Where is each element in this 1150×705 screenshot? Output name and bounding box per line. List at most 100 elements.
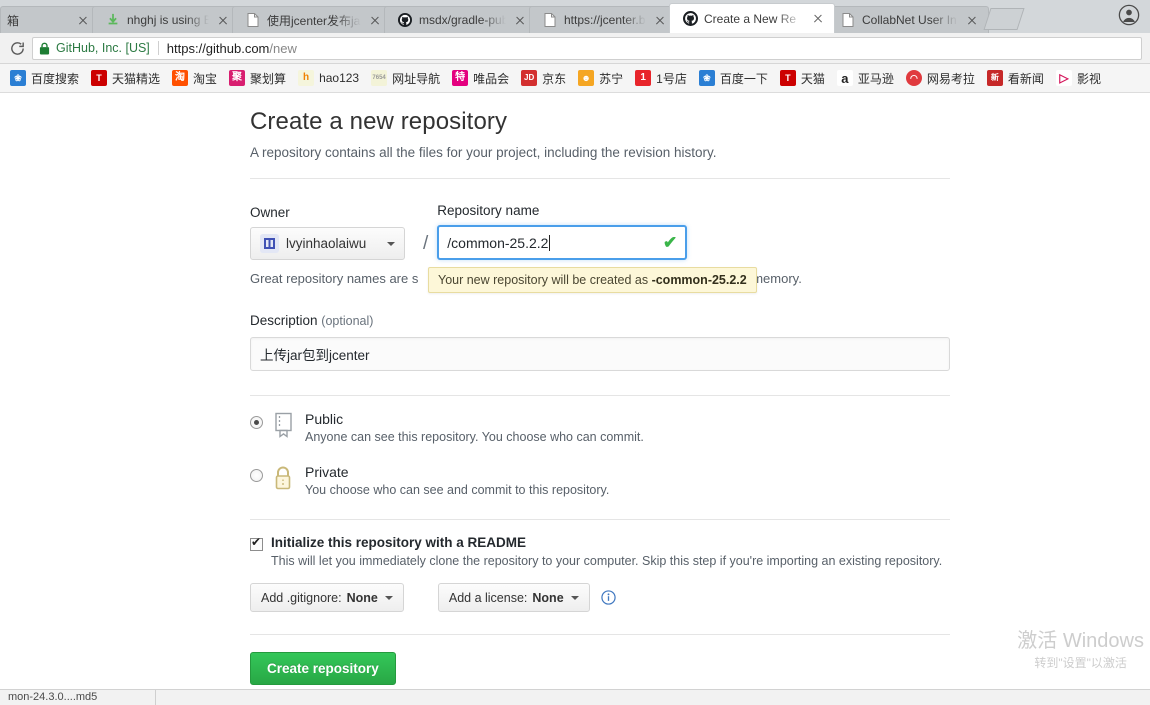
description-value: 上传jar包到jcenter [260, 348, 370, 363]
bookmark-item[interactable]: 新看新闻 [981, 68, 1050, 89]
nav-icon: 7654 [371, 70, 388, 86]
bintray-icon [105, 12, 121, 28]
browser-tab[interactable]: https://jcenter.bi [529, 6, 677, 33]
news-icon: 新 [986, 70, 1003, 86]
bookmark-item[interactable]: 特唯品会 [446, 68, 515, 89]
owner-name: lvyinhaolaiwu [286, 236, 367, 251]
bookmark-item[interactable]: T 天猫精选 [85, 68, 166, 89]
description-input[interactable]: 上传jar包到jcenter [250, 337, 950, 371]
omnibox-divider [157, 41, 159, 55]
browser-tab[interactable]: 使用jcenter发布ja [232, 6, 392, 33]
info-icon[interactable] [600, 590, 616, 605]
chevron-down-icon [387, 241, 395, 246]
bookmark-item[interactable]: JD 京东 [515, 68, 572, 89]
bookmark-item[interactable]: ❀ 百度搜索 [4, 68, 85, 89]
bookmark-label: 网易考拉 [926, 71, 975, 86]
radio-public[interactable] [250, 416, 263, 429]
taobao-icon: 淘 [172, 70, 189, 86]
create-repository-button[interactable]: Create repository [250, 652, 396, 685]
download-bar-divider [155, 690, 156, 705]
site-identity-label: GitHub, Inc. [US] [56, 41, 150, 55]
tab-title: Create a New Re [704, 11, 797, 26]
divider [250, 634, 950, 635]
lock-icon [272, 465, 296, 496]
browser-tab[interactable]: nhghj is using Bin [92, 6, 240, 33]
bookmark-item[interactable]: 7654 网址导航 [365, 68, 446, 89]
tmall-icon: T [91, 70, 108, 86]
repository-name-input[interactable]: /common-25.2.2 ✔ [437, 225, 688, 260]
bookmark-item[interactable]: 淘淘宝 [166, 68, 223, 89]
bookmark-item[interactable]: ❀ 百度一下 [693, 68, 774, 89]
address-bar[interactable]: GitHub, Inc. [US] https://github.com/new [32, 36, 1142, 60]
page-icon [542, 12, 558, 28]
description-field: Description (optional) 上传jar包到jcenter [250, 313, 950, 371]
tab-title: nhghj is using Bin [127, 13, 209, 27]
bookmark-item[interactable]: T 天猫 [774, 68, 831, 89]
browser-tab[interactable]: CollabNet User In [827, 6, 989, 33]
license-dropdown[interactable]: Add a license: None [437, 583, 590, 612]
close-icon[interactable] [367, 12, 383, 28]
bookmark-label: hao123 [319, 71, 360, 85]
profile-avatar-icon[interactable] [1118, 4, 1140, 26]
bookmark-item[interactable]: a 亚马逊 [831, 68, 900, 89]
reload-icon[interactable] [4, 35, 30, 61]
bookmark-label: 天猫精选 [112, 71, 161, 86]
tab-title: CollabNet User In [862, 13, 957, 27]
bookmark-item[interactable]: 聚聚划算 [223, 68, 292, 89]
repository-name-tooltip: Your new repository will be created as -… [428, 267, 757, 293]
browser-tab[interactable]: 箱 [0, 6, 100, 33]
visibility-public-desc: Anyone can see this repository. You choo… [305, 430, 644, 444]
repo-value-text: /common-25.2.2 [447, 234, 549, 251]
description-optional: (optional) [321, 314, 374, 328]
tab-title: 箱 [7, 13, 20, 28]
readme-option[interactable]: Initialize this repository with a README… [250, 535, 950, 568]
bookmark-item[interactable]: ▷ 影视 [1050, 68, 1107, 89]
tab-title: msdx/gradle-pub [419, 13, 506, 27]
bookmark-item[interactable]: h hao123 [292, 68, 365, 88]
close-icon[interactable] [964, 12, 980, 28]
radio-private[interactable] [250, 469, 263, 482]
readme-checkbox[interactable] [250, 536, 263, 551]
hao123-icon: h [298, 70, 315, 86]
visibility-private-title: Private [305, 464, 349, 480]
divider [250, 519, 950, 520]
owner-repo-separator: / [423, 233, 429, 254]
owner-dropdown[interactable]: lvyinhaolaiwu [250, 227, 405, 260]
bookmark-item[interactable]: 1 1号店 [629, 68, 693, 89]
bookmark-label: 百度一下 [719, 71, 768, 86]
browser-tab[interactable]: msdx/gradle-pub [384, 6, 537, 33]
close-icon[interactable] [75, 12, 91, 28]
new-tab-button[interactable] [983, 8, 1025, 30]
close-icon[interactable] [512, 12, 528, 28]
visibility-private-text: Private You choose who can see and commi… [305, 464, 609, 497]
bookmark-item[interactable]: ☻ 苏宁 [572, 68, 629, 89]
bookmark-item[interactable]: ◠ 网易考拉 [900, 68, 981, 89]
license-value: None [532, 590, 564, 605]
gitignore-dropdown[interactable]: Add .gitignore: None [250, 583, 404, 612]
bookmarks-bar: ❀ 百度搜索 T 天猫精选 淘淘宝 聚聚划算 h hao123 7654 网址导航 特唯… [0, 64, 1150, 93]
close-icon[interactable] [652, 12, 668, 28]
bookmark-label: 聚划算 [250, 71, 287, 86]
page-viewport: Create a new repository A repository con… [0, 94, 1150, 689]
vip-icon: 特 [452, 70, 469, 86]
repository-name-field: Repository name /common-25.2.2 ✔ [437, 203, 688, 260]
readme-description: This will let you immediately clone the … [271, 554, 943, 568]
visibility-option-public[interactable]: Public Anyone can see this repository. Y… [250, 411, 950, 444]
close-icon[interactable] [810, 11, 826, 27]
tab-title: 使用jcenter发布ja [267, 13, 361, 28]
chevron-down-icon [570, 595, 579, 600]
license-prefix: Add a license: [448, 590, 528, 605]
repository-name-label: Repository name [437, 203, 540, 218]
download-item[interactable]: mon-24.3.0....md5 [8, 691, 97, 703]
divider [250, 178, 950, 179]
baidu2-icon: ❀ [698, 70, 715, 86]
avatar [260, 234, 279, 253]
page-icon [840, 12, 856, 28]
visibility-option-private[interactable]: Private You choose who can see and commi… [250, 464, 950, 497]
browser-tab-active[interactable]: Create a New Re [669, 3, 835, 33]
repository-name-value: /common-25.2.2 [447, 234, 663, 251]
description-label: Description (optional) [250, 313, 950, 328]
bookmark-label: 天猫 [800, 71, 825, 86]
close-icon[interactable] [215, 12, 231, 28]
owner-field: Owner lvyinhaolaiwu [250, 205, 414, 260]
